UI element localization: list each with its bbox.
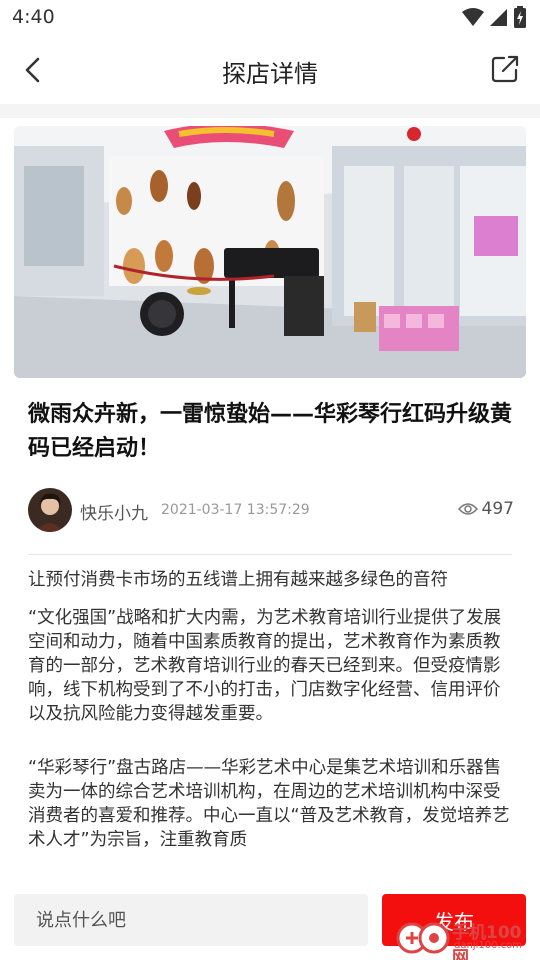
article-content[interactable]: 微雨众卉新，一雷惊蛰始——华彩琴行红码升级黄码已经启动！ 快乐小九 2021-0… (0, 104, 540, 880)
post-date: 2021-03-17 13:57:29 (161, 502, 310, 518)
status-icons (462, 6, 526, 28)
watermark-logo-icon (396, 922, 450, 954)
author-avatar[interactable] (28, 488, 72, 532)
watermark-name: 手机100网 (452, 923, 522, 960)
share-icon (491, 55, 519, 83)
article-title: 微雨众卉新，一雷惊蛰始——华彩琴行红码升级黄码已经启动！ (28, 402, 513, 461)
watermark-url: danji100.com (454, 940, 522, 951)
eye-icon (457, 503, 478, 515)
article-paragraph: “文化强国”战略和扩大内需，为艺术教育培训行业提供了发展空间和动力，随着中国素质… (28, 608, 502, 724)
cellular-signal-icon (490, 9, 507, 26)
music-store-photo (14, 126, 526, 378)
view-count-value: 497 (481, 499, 514, 519)
divider (28, 554, 512, 555)
author-row: 快乐小九 2021-03-17 13:57:29 497 (28, 488, 514, 532)
view-count: 497 (457, 499, 514, 519)
hero-image[interactable] (14, 126, 526, 378)
wifi-icon (462, 8, 484, 26)
avatar-image (28, 488, 72, 532)
author-name[interactable]: 快乐小九 (80, 499, 148, 524)
app-header: 探店详情 (0, 36, 540, 104)
status-bar: 4:40 (0, 0, 540, 36)
share-button[interactable] (490, 54, 520, 84)
article-card: 微雨众卉新，一雷惊蛰始——华彩琴行红码升级黄码已经启动！ 快乐小九 2021-0… (0, 118, 540, 880)
watermark: 手机100网 danji100.com (396, 916, 532, 960)
battery-icon (514, 6, 526, 28)
page-title: 探店详情 (222, 60, 318, 88)
article-paragraph: “华彩琴行”盘古路店——华彩艺术中心是集艺术培训和乐器售卖为一体的综合艺术培训机… (28, 758, 510, 850)
article-paragraph: 让预付消费卡市场的五线谱上拥有越来越多绿色的音符 (28, 570, 448, 590)
article-body: 让预付消费卡市场的五线谱上拥有越来越多绿色的音符 “文化强国”战略和扩大内需，为… (28, 568, 514, 866)
comment-input[interactable] (14, 894, 368, 946)
status-time: 4:40 (12, 6, 55, 28)
